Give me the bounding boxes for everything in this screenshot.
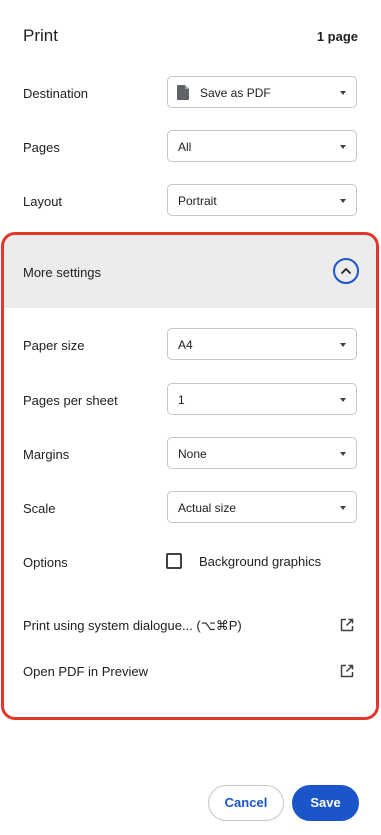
scale-row: Scale Actual size (0, 489, 381, 529)
cancel-button[interactable]: Cancel (208, 785, 284, 821)
layout-select[interactable]: Portrait (167, 184, 357, 216)
chevron-down-icon (340, 452, 346, 456)
pages-label: Pages (23, 140, 60, 155)
chevron-down-icon (340, 343, 346, 347)
chevron-down-icon (340, 145, 346, 149)
system-dialogue-label: Print using system dialogue... (⌥⌘P) (23, 618, 242, 633)
open-preview-label: Open PDF in Preview (23, 664, 148, 679)
margins-select[interactable]: None (167, 437, 357, 469)
chevron-down-icon (340, 199, 346, 203)
system-dialogue-link[interactable]: Print using system dialogue... (⌥⌘P) (0, 612, 381, 640)
paper-size-value: A4 (178, 338, 193, 352)
more-settings-toggle[interactable]: More settings (3, 235, 377, 308)
pages-per-sheet-label: Pages per sheet (23, 393, 118, 408)
options-label: Options (23, 555, 68, 570)
more-settings-label: More settings (23, 265, 102, 280)
scale-select[interactable]: Actual size (167, 491, 357, 523)
pages-value: All (178, 140, 192, 154)
margins-label: Margins (23, 447, 70, 462)
scale-label: Scale (23, 501, 56, 516)
page-count: 1 page (316, 29, 358, 44)
paper-size-select[interactable]: A4 (167, 328, 357, 360)
paper-size-row: Paper size A4 (0, 326, 381, 366)
chevron-down-icon (340, 506, 346, 510)
destination-select[interactable]: Save as PDF (167, 76, 357, 108)
chevron-down-icon (340, 398, 346, 402)
destination-row: Destination Save as PDF (0, 74, 381, 114)
layout-row: Layout Portrait (0, 182, 381, 222)
margins-row: Margins None (0, 435, 381, 475)
background-graphics-checkbox[interactable] (166, 553, 182, 569)
chevron-down-icon (340, 91, 346, 95)
pages-row: Pages All (0, 128, 381, 168)
open-external-icon (340, 664, 354, 678)
layout-value: Portrait (178, 194, 217, 208)
pages-per-sheet-value: 1 (178, 393, 185, 407)
open-external-icon (340, 618, 354, 632)
collapse-button[interactable] (333, 258, 359, 284)
background-graphics-label[interactable]: Background graphics (199, 554, 321, 569)
options-row: Options (0, 543, 381, 583)
save-button[interactable]: Save (292, 785, 359, 821)
print-header: Print 1 page (0, 0, 381, 72)
pages-per-sheet-row: Pages per sheet 1 (0, 381, 381, 421)
margins-value: None (178, 447, 207, 461)
layout-label: Layout (23, 194, 63, 209)
pages-per-sheet-select[interactable]: 1 (167, 383, 357, 415)
destination-value: Save as PDF (200, 86, 271, 100)
open-preview-link[interactable]: Open PDF in Preview (0, 658, 381, 686)
document-icon (177, 85, 189, 100)
paper-size-label: Paper size (23, 338, 85, 353)
chevron-up-icon (341, 268, 351, 274)
destination-label: Destination (23, 86, 89, 101)
pages-select[interactable]: All (167, 130, 357, 162)
page-title: Print (23, 26, 58, 45)
scale-value: Actual size (178, 501, 237, 515)
